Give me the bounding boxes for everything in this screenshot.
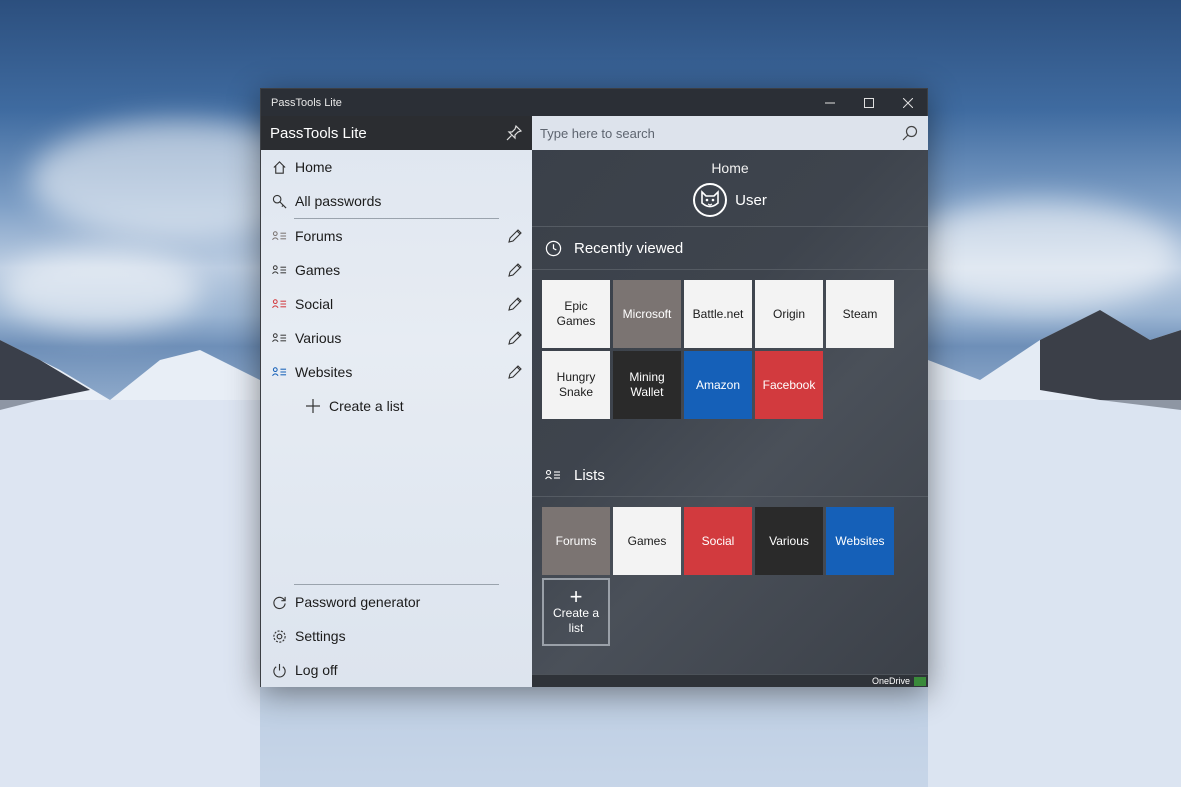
list-tile[interactable]: Social (684, 507, 752, 575)
section-title: Lists (574, 466, 605, 484)
password-tile[interactable]: Battle.net (684, 280, 752, 348)
password-tile[interactable]: Epic Games (542, 280, 610, 348)
sidebar-item-label: Home (295, 159, 333, 175)
section-title: Recently viewed (574, 239, 684, 257)
sidebar-item-log-off[interactable]: Log off (261, 653, 532, 687)
clock-icon (544, 239, 562, 257)
close-icon (902, 97, 913, 108)
list-icon (544, 466, 562, 484)
background-cloud (900, 200, 1180, 310)
password-tile[interactable]: Amazon (684, 351, 752, 419)
status-bar: OneDrive (532, 674, 928, 687)
sidebar-item-label: Forums (295, 228, 343, 244)
user-profile[interactable]: User (532, 182, 928, 218)
search-icon[interactable] (902, 125, 918, 141)
gear-icon (271, 628, 287, 644)
list-icon (271, 262, 287, 278)
edit-icon[interactable] (507, 296, 523, 312)
list-icon (271, 330, 287, 346)
sidebar-item-websites[interactable]: Websites (261, 355, 532, 389)
sidebar-create-list[interactable]: Create a list (261, 389, 532, 423)
list-tile[interactable]: Games (613, 507, 681, 575)
lists-grid: Forums Games Social Various Websites + C… (532, 507, 912, 649)
search-bar (532, 116, 928, 150)
sidebar-item-label: Games (295, 262, 341, 278)
password-tile[interactable]: Steam (826, 280, 894, 348)
edit-icon[interactable] (507, 262, 523, 278)
key-icon (271, 193, 287, 209)
plus-icon (305, 398, 321, 414)
sidebar-item-all-passwords[interactable]: All passwords (261, 184, 532, 218)
list-tile[interactable]: Various (755, 507, 823, 575)
password-tile[interactable]: Hungry Snake (542, 351, 610, 419)
sidebar-item-settings[interactable]: Settings (261, 619, 532, 653)
page-title: Home (711, 160, 749, 176)
close-button[interactable] (888, 89, 927, 116)
power-icon (271, 662, 287, 678)
password-tile[interactable]: Mining Wallet (613, 351, 681, 419)
sidebar-item-label: Create a list (329, 398, 404, 414)
sidebar: PassTools Lite Home All passwords Forums (261, 116, 532, 687)
sidebar-item-forums[interactable]: Forums (261, 219, 532, 253)
sidebar-item-games[interactable]: Games (261, 253, 532, 287)
user-name: User (735, 191, 767, 209)
main-content: Home User Recently viewed Epic Games Mic… (532, 116, 928, 687)
create-list-tile[interactable]: + Create a list (542, 578, 610, 646)
window-title: PassTools Lite (271, 96, 342, 109)
sync-status-label: OneDrive (871, 676, 910, 686)
title-bar: PassTools Lite (261, 89, 927, 116)
divider (532, 496, 928, 497)
password-tile[interactable]: Microsoft (613, 280, 681, 348)
password-tile[interactable]: Facebook (755, 351, 823, 419)
refresh-icon (271, 594, 287, 610)
avatar (693, 183, 728, 217)
sidebar-item-label: Websites (295, 364, 353, 380)
plus-icon: + (569, 584, 583, 609)
recently-viewed-header: Recently viewed (532, 227, 928, 269)
app-name: PassTools Lite (270, 124, 367, 142)
lists-header: Lists (532, 454, 928, 496)
maximize-icon (863, 97, 874, 108)
list-icon (271, 364, 287, 380)
list-icon (271, 296, 287, 312)
sidebar-item-home[interactable]: Home (261, 150, 532, 184)
create-list-label: Create a list (552, 606, 600, 635)
sync-status-indicator (914, 677, 926, 686)
minimize-button[interactable] (810, 89, 849, 116)
minimize-icon (824, 102, 835, 103)
sidebar-item-various[interactable]: Various (261, 321, 532, 355)
sidebar-item-label: Log off (295, 662, 338, 678)
sidebar-header: PassTools Lite (261, 116, 532, 150)
sidebar-bottom: Password generator Settings Log off (261, 584, 532, 687)
pin-icon[interactable] (506, 125, 522, 141)
edit-icon[interactable] (507, 228, 523, 244)
divider (532, 269, 928, 270)
recently-viewed-grid: Epic Games Microsoft Battle.net Origin S… (532, 280, 912, 422)
list-tile[interactable]: Websites (826, 507, 894, 575)
sidebar-item-password-generator[interactable]: Password generator (261, 585, 532, 619)
edit-icon[interactable] (507, 364, 523, 380)
list-icon (271, 228, 287, 244)
sidebar-item-label: Social (295, 296, 334, 312)
sidebar-item-label: Settings (295, 628, 346, 644)
list-tile[interactable]: Forums (542, 507, 610, 575)
edit-icon[interactable] (507, 330, 523, 346)
search-input[interactable] (540, 125, 880, 141)
password-tile[interactable]: Origin (755, 280, 823, 348)
sidebar-item-label: Various (295, 330, 342, 346)
maximize-button[interactable] (849, 89, 888, 116)
cat-avatar-icon (701, 190, 719, 208)
sidebar-item-social[interactable]: Social (261, 287, 532, 321)
sidebar-item-label: All passwords (295, 193, 382, 209)
sidebar-item-label: Password generator (295, 594, 421, 610)
window-controls (810, 89, 927, 116)
app-window: PassTools Lite PassTools Lite Home All p… (260, 88, 928, 687)
home-icon (271, 159, 287, 175)
